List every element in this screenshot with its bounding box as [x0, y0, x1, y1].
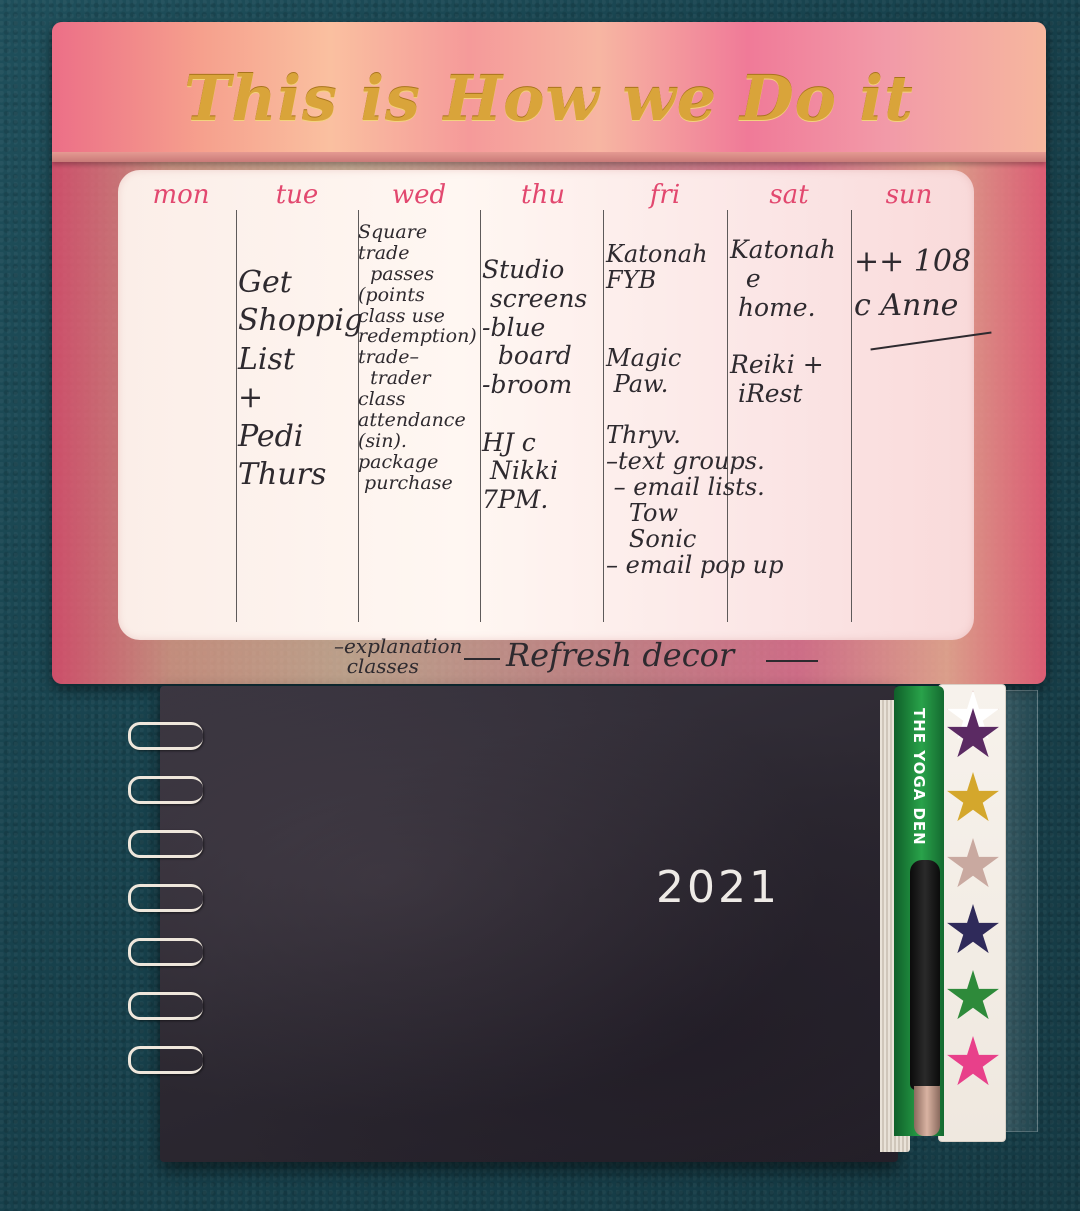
notes-sun: ++ 108 c Anne: [854, 244, 972, 323]
day-label-wed: wed: [391, 180, 447, 210]
day-label-sun: sun: [885, 180, 933, 210]
spiral-ring: [128, 884, 203, 912]
notes-sat: Katonah e home. Reiki + iRest: [730, 235, 836, 408]
column-divider: [851, 210, 852, 622]
notebook-cover: [160, 686, 898, 1162]
planner-title: This is How we Do it: [184, 62, 914, 135]
column-divider: [603, 210, 604, 622]
day-label-mon: mon: [152, 180, 210, 210]
right-arrow-line: [766, 660, 818, 662]
spiral-ring: [128, 722, 203, 750]
day-label-thu: thu: [521, 180, 565, 210]
spiral-ring: [128, 1046, 203, 1074]
spiral-ring: [128, 992, 203, 1020]
day-label-sat: sat: [769, 180, 809, 210]
day-label-fri: fri: [649, 180, 681, 210]
left-arrow-line: [464, 658, 500, 660]
spiral-ring: [128, 776, 203, 804]
spiral-ring: [128, 830, 203, 858]
column-divider: [480, 210, 481, 622]
pen-tip: [914, 1086, 940, 1136]
spiral-ring: [128, 938, 203, 966]
day-label-tue: tue: [275, 180, 319, 210]
column-divider: [236, 210, 237, 622]
note-explanation-classes: –explanation classes: [334, 634, 463, 678]
notes-thu: Studio screens -blue board -broom HJ c N…: [482, 255, 588, 514]
header-fold: [52, 152, 1046, 162]
pen-clip: [910, 860, 940, 1090]
pen-brand-text: THE YOGA DEN: [910, 708, 928, 846]
planner-header: This is How we Do it: [52, 22, 1046, 162]
note-refresh-decor: Refresh decor: [506, 636, 735, 674]
notes-tue: Get Shoppig List + Pedi Thurs: [238, 265, 364, 492]
notes-wed: Square trade passes (points class use re…: [358, 221, 477, 494]
notebook-year: 2021: [656, 862, 780, 913]
